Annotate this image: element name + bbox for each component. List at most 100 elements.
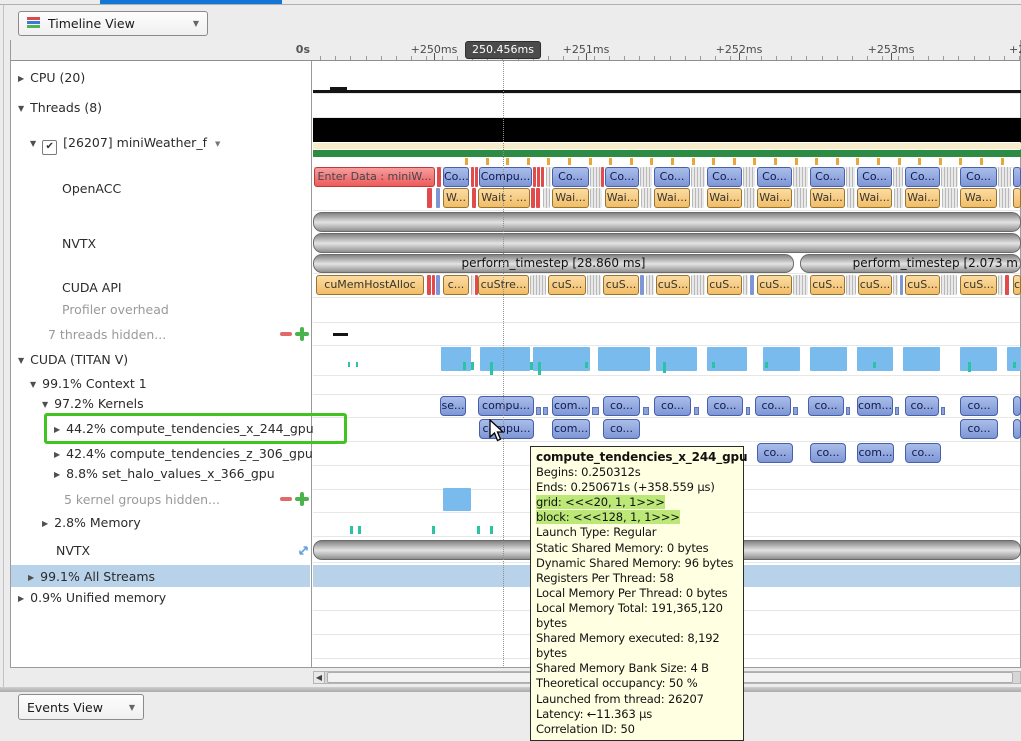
- timeline-block-cuda-api[interactable]: cuS...: [603, 275, 639, 295]
- timeline-block-openacc-launch-ticks[interactable]: [712, 158, 715, 165]
- timeline-block-cuda-api[interactable]: [691, 275, 705, 295]
- timeline-block-gpu-utilization-marks[interactable]: [356, 362, 358, 367]
- chevron-right-icon[interactable]: ▶: [18, 74, 24, 83]
- timeline-block-cuda-api[interactable]: [998, 275, 1003, 295]
- timeline-block-openacc-row2[interactable]: Wait : ...: [478, 188, 530, 208]
- timeline-block-kernels-row[interactable]: com...: [857, 396, 893, 416]
- timeline-block-kernels-row[interactable]: [1013, 396, 1021, 416]
- timeline-block-openacc-row1[interactable]: [743, 167, 755, 187]
- timeline-block-openacc-row1[interactable]: Co...: [654, 167, 690, 187]
- timeline-block-openacc-row2[interactable]: Wai...: [707, 188, 742, 208]
- timeline-block-openacc-row2[interactable]: [436, 188, 440, 208]
- timeline-block-openacc-row2[interactable]: [590, 188, 602, 208]
- timeline-block-gpu-utilization[interactable]: [903, 347, 940, 371]
- sidebar-item-42-4-compute-tendencies-z-306-gpu[interactable]: ▶42.4% compute_tendencies_z_306_gpu: [54, 446, 313, 461]
- timeline-block-gpu-utilization-marks[interactable]: [530, 362, 533, 370]
- sidebar-item-cuda-titan-v[interactable]: ▼CUDA (TITAN V): [18, 352, 128, 367]
- timeline-block-gpu-utilization-marks[interactable]: [348, 362, 350, 367]
- timeline-block-openacc-launch-ticks[interactable]: [1001, 158, 1004, 165]
- collapse-minus-icon[interactable]: [280, 332, 292, 336]
- timeline-block-cuda-api[interactable]: cuS...: [656, 275, 690, 295]
- timeline-block-openacc-row1[interactable]: [640, 167, 652, 187]
- timeline-block-kernel-z306-row[interactable]: co...: [905, 443, 941, 463]
- timeline-block-gpu-utilization-marks[interactable]: [1013, 362, 1016, 368]
- timeline-block-kernels-row[interactable]: [536, 407, 541, 415]
- timeline-block-gpu-utilization[interactable]: [441, 347, 471, 371]
- sidebar-item-openacc[interactable]: OpenACC: [62, 181, 121, 196]
- timeline-block-cuda-api[interactable]: [530, 275, 546, 295]
- timeline-block-kernels-row[interactable]: se...: [440, 396, 466, 416]
- timeline-block-gpu-utilization-marks[interactable]: [585, 362, 588, 368]
- timeline-block-openacc-launch-ticks[interactable]: [568, 158, 571, 165]
- timeline-block-openacc-launch-ticks[interactable]: [506, 158, 509, 165]
- timeline-block-cuda-api[interactable]: [427, 275, 431, 295]
- sidebar-item-5-kernel-groups-hidden[interactable]: 5 kernel groups hidden...: [64, 492, 220, 507]
- timeline-block-cpu-usage[interactable]: [313, 90, 1021, 93]
- timeline-block-gpu-utilization[interactable]: [480, 347, 530, 371]
- chevron-down-icon[interactable]: ▼: [42, 400, 48, 409]
- timeline-block-cuda-api[interactable]: cuS...: [960, 275, 997, 295]
- timeline-block-kernels-row[interactable]: compu...: [478, 396, 534, 416]
- timeline-block-kernel-z306-row[interactable]: co...: [757, 443, 793, 463]
- sidebar-item-threads-8[interactable]: ▼Threads (8): [18, 100, 102, 115]
- timeline-block-cuda-api[interactable]: c...: [443, 275, 469, 295]
- expand-plus-icon[interactable]: [295, 332, 309, 336]
- timeline-block-openacc-launch-ticks[interactable]: [609, 158, 612, 165]
- timeline-block-kernel-x244-row[interactable]: com...: [552, 419, 590, 439]
- timeline-block-openacc-launch-ticks[interactable]: [918, 158, 921, 165]
- timeline-block-cuda-api[interactable]: cuS...: [707, 275, 742, 295]
- timeline-block-openacc-row2[interactable]: [641, 188, 652, 208]
- timeline-block-gpu-utilization[interactable]: [598, 347, 650, 371]
- timeline-block-openacc-row2[interactable]: Wai...: [605, 188, 639, 208]
- timeline-block-openacc-row2[interactable]: [531, 188, 535, 208]
- timeline-block-openacc-row2[interactable]: [794, 188, 807, 208]
- timeline-block-openacc-launch-ticks[interactable]: [877, 158, 880, 165]
- timeline-block-cuda-api[interactable]: [646, 275, 654, 295]
- timeline-block-cuda-api[interactable]: [640, 275, 644, 295]
- timeline-block-openacc-launch-ticks[interactable]: [630, 158, 633, 165]
- timeline-block-openacc-launch-ticks[interactable]: [547, 158, 550, 165]
- timeline-block-openacc-launch-ticks[interactable]: [733, 158, 736, 165]
- timeline-block-openacc-row2[interactable]: [536, 188, 540, 208]
- sidebar-item-cpu-20[interactable]: ▶CPU (20): [18, 70, 85, 85]
- timeline-block-cuda-api[interactable]: cuS...: [905, 275, 940, 295]
- timeline-block-openacc-row1[interactable]: [546, 167, 551, 187]
- timeline-block-hidden-kernels-row[interactable]: [443, 488, 471, 511]
- timeline-block-kernels-row[interactable]: co...: [808, 396, 844, 416]
- chevron-right-icon[interactable]: ▶: [18, 594, 24, 603]
- timeline-block-openacc-row2[interactable]: W...: [443, 188, 469, 208]
- sidebar-item-7-threads-hidden[interactable]: 7 threads hidden...: [48, 327, 166, 342]
- chevron-right-icon[interactable]: ▶: [54, 450, 60, 459]
- chevron-right-icon[interactable]: ▶: [42, 519, 48, 528]
- timeline-block-openacc-launch-ticks[interactable]: [753, 158, 756, 165]
- timeline-block-openacc-row1[interactable]: [471, 167, 474, 187]
- timeline-block-cuda-api[interactable]: [432, 275, 435, 295]
- timeline-block-cuda-api[interactable]: [893, 275, 898, 295]
- timeline-block-gpu-utilization[interactable]: [763, 347, 800, 371]
- timeline-block-kernels-row[interactable]: co...: [905, 396, 939, 416]
- sidebar-item-26207-miniweather-f[interactable]: ▼✔[26207] miniWeather_f▼: [30, 135, 220, 150]
- timeline-block-kernels-row[interactable]: [643, 407, 649, 415]
- timeline-block-openacc-row2[interactable]: [894, 188, 903, 208]
- chevron-down-icon[interactable]: ▼: [30, 139, 36, 148]
- timeline-block-memory-row-marks[interactable]: [432, 526, 435, 534]
- timeline-block-kernels-row[interactable]: [592, 407, 599, 415]
- timeline-block-openacc-row1[interactable]: [475, 167, 478, 187]
- timeline-block-kernel-x244-row[interactable]: co...: [960, 419, 998, 439]
- timeline-block-openacc-launch-ticks[interactable]: [692, 158, 695, 165]
- timeline-block-cuda-api[interactable]: [743, 275, 748, 295]
- timeline-block-cuda-api[interactable]: [471, 275, 474, 295]
- timeline-block-openacc-row1[interactable]: [893, 167, 903, 187]
- timeline-block-openacc-row1[interactable]: Co...: [810, 167, 845, 187]
- timeline-block-kernels-row[interactable]: co...: [960, 396, 998, 416]
- timeline-block-cuda-api[interactable]: [900, 275, 903, 295]
- timeline-block-kernel-x244-row[interactable]: [1013, 419, 1021, 439]
- timeline-block-openacc-row2[interactable]: Wai...: [552, 188, 589, 208]
- timeline-block-cuda-api[interactable]: [846, 275, 856, 295]
- chevron-down-icon[interactable]: ▼: [215, 140, 220, 148]
- timeline-block-openacc-row1[interactable]: Co...: [552, 167, 589, 187]
- timeline-block-cuda-api[interactable]: [750, 275, 754, 295]
- timeline-block-nvtx-row2[interactable]: [313, 233, 1021, 253]
- sidebar-item-nvtx[interactable]: NVTX: [62, 236, 96, 251]
- timeline-block-openacc-row1[interactable]: [601, 167, 604, 187]
